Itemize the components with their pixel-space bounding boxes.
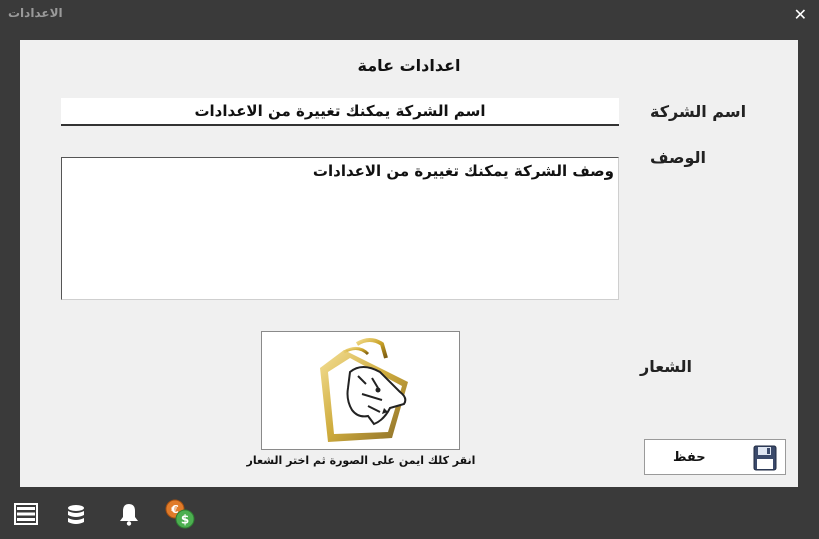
server-list-icon[interactable] <box>14 502 38 526</box>
database-icon[interactable] <box>66 504 86 526</box>
taskbar: € $ <box>0 490 819 539</box>
close-icon[interactable]: ✕ <box>794 5 807 24</box>
floppy-disk-icon <box>753 445 777 471</box>
bell-icon[interactable] <box>118 502 140 526</box>
company-name-field[interactable] <box>61 98 619 126</box>
save-button-label: حفظ <box>673 450 706 465</box>
currency-exchange-icon[interactable]: € $ <box>164 498 196 530</box>
window-title: الاعدادات <box>8 6 63 20</box>
logo-hint: انقر كلك ايمن على الصورة ثم اختر الشعار <box>246 454 476 467</box>
settings-panel: اعدادات عامة اسم الشركة الوصف وصف الشركة… <box>20 40 798 487</box>
title-bar: الاعدادات ✕ <box>0 0 819 32</box>
logo-image[interactable] <box>261 331 460 450</box>
save-button[interactable]: حفظ <box>644 439 786 475</box>
logo-label: الشعار <box>640 357 693 376</box>
svg-text:$: $ <box>181 513 189 527</box>
description-label: الوصف <box>650 148 707 167</box>
company-name-label: اسم الشركة <box>650 102 747 121</box>
description-field[interactable]: وصف الشركة يمكنك تغييرة من الاعدادات <box>61 157 619 300</box>
page-title: اعدادات عامة <box>357 56 461 75</box>
shopping-bag-logo-icon <box>320 338 408 442</box>
